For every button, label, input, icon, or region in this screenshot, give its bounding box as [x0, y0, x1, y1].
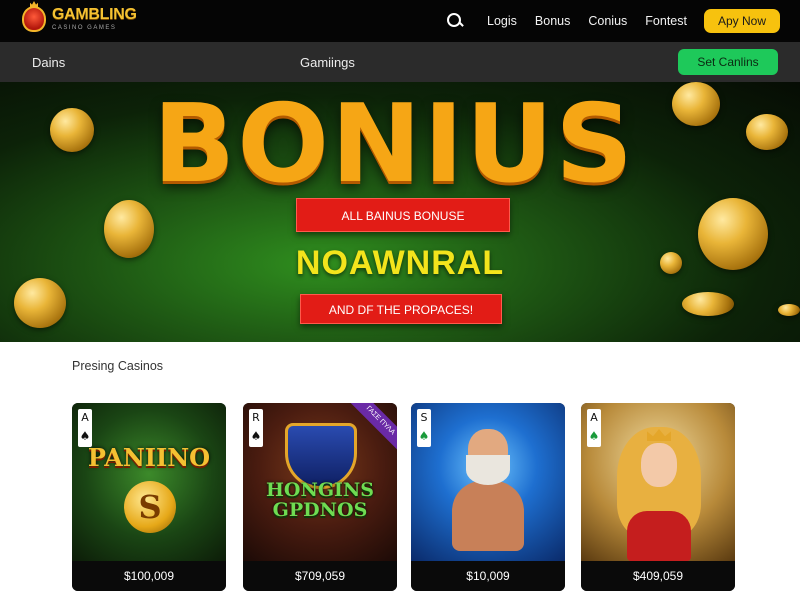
search-icon[interactable] [444, 10, 466, 32]
nav-link-conius[interactable]: Conius [588, 14, 627, 28]
subnav-link-dains[interactable]: Dains [32, 55, 65, 70]
top-navbar: GAMBLING CASINO GAMES Logis Bonus Conius… [0, 0, 800, 42]
nav-link-logis[interactable]: Logis [487, 14, 517, 28]
card-price: $709,059 [243, 561, 397, 591]
card-artwork: PANIINO S [72, 403, 226, 561]
set-canlins-button[interactable]: Set Canlins [678, 49, 778, 75]
hero-subheading: NOAWNRAL [295, 244, 505, 282]
card-artwork [581, 403, 735, 561]
casino-card[interactable]: S ♠ $10,009 [411, 403, 565, 591]
card-logo-text: PANIINO [87, 443, 211, 472]
casino-card[interactable]: A ♠ $409,059 [581, 403, 735, 591]
playing-card-icon: R ♠ [249, 409, 263, 447]
subnav-link-gamiings[interactable]: Gamiings [300, 55, 355, 70]
brand-name: GAMBLING [52, 6, 137, 23]
playing-card-icon: S ♠ [417, 409, 431, 447]
section-title: Presing Casinos [72, 359, 164, 373]
hero-banner: BONIUS ALL BAINUS BONUSE NOAWNRAL AND DF… [0, 82, 800, 342]
apply-now-button[interactable]: Apy Now [703, 9, 780, 33]
nav-link-fontest[interactable]: Fontest [645, 14, 687, 28]
card-price: $100,009 [72, 561, 226, 591]
brand-logo[interactable]: GAMBLING CASINO GAMES [22, 6, 137, 32]
sub-navbar: Dains Gamiings Set Canlins [0, 42, 800, 82]
casino-card[interactable]: ΓΑΣΕ ΠΥΛΑ HONGINS GPDNOS R ♠ $709,059 [243, 403, 397, 591]
card-artwork [411, 403, 565, 561]
hero-title: BONIUS [152, 82, 636, 207]
nav-menu: Logis Bonus Conius Fontest Apy Now [444, 0, 780, 42]
playing-card-icon: A ♠ [587, 409, 601, 447]
card-logo-text: HONGINS GPDNOS [265, 479, 375, 521]
s-coin-icon: S [124, 481, 176, 533]
coin-decoration [682, 292, 734, 316]
bonus-banner-top[interactable]: ALL BAINUS BONUSE [296, 198, 510, 232]
casino-card[interactable]: PANIINO S A ♠ $100,009 [72, 403, 226, 591]
crest-icon [22, 6, 46, 32]
card-artwork: ΓΑΣΕ ΠΥΛΑ HONGINS GPDNOS [243, 403, 397, 561]
card-price: $10,009 [411, 561, 565, 591]
pirate-illustration [448, 429, 528, 551]
coin-decoration [778, 304, 800, 316]
bonus-banner-bottom[interactable]: AND DF THE PROPACES! [300, 294, 502, 324]
brand-tagline: CASINO GAMES [52, 25, 117, 31]
playing-card-icon: A ♠ [78, 409, 92, 447]
nav-link-bonus[interactable]: Bonus [535, 14, 570, 28]
coin-decoration [14, 278, 66, 328]
card-price: $409,059 [581, 561, 735, 591]
queen-illustration [611, 417, 707, 561]
